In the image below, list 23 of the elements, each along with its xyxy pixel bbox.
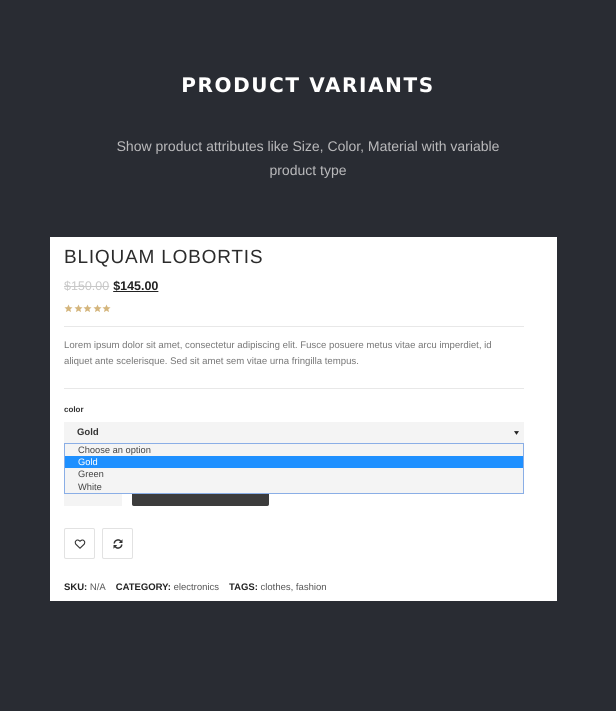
star-icon: [102, 304, 111, 313]
dropdown-option[interactable]: White: [65, 480, 523, 493]
refresh-icon: [112, 538, 124, 550]
star-icon: [74, 304, 82, 313]
star-icon: [83, 304, 92, 313]
product-description: Lorem ipsum dolor sit amet, consectetur adipiscing elit. Fusce posuere metus vitae arcu imperdiet, id aliquet ante scelerisque. Sed sit amet sem vitae urna fringilla tempus.: [64, 339, 493, 369]
attribute-label: color: [64, 404, 84, 416]
section-subtitle: Show product attributes like Size, Color, Material with variable product type: [116, 137, 500, 180]
caret-icon: [514, 430, 519, 434]
color-select[interactable]: Gold: [64, 422, 524, 443]
heart-icon: [74, 538, 86, 550]
meta-item: TAGS: clothes, fashion: [229, 581, 327, 595]
dropdown-option[interactable]: Green: [65, 468, 523, 481]
price: $145.00: [113, 279, 158, 293]
product-name: BLIQUAM LOBORTIS: [64, 246, 264, 270]
meta-item: CATEGORY: electronics: [116, 581, 220, 595]
star-icon: [64, 304, 73, 313]
wishlist-button[interactable]: [64, 528, 95, 559]
dropdown-option[interactable]: Choose an option: [65, 444, 523, 456]
compare-button[interactable]: [102, 528, 133, 559]
star-icon: [92, 304, 102, 313]
section-title: PRODUCT VARIANTS: [181, 72, 435, 99]
meta-item: SKU: N/A: [64, 581, 106, 595]
